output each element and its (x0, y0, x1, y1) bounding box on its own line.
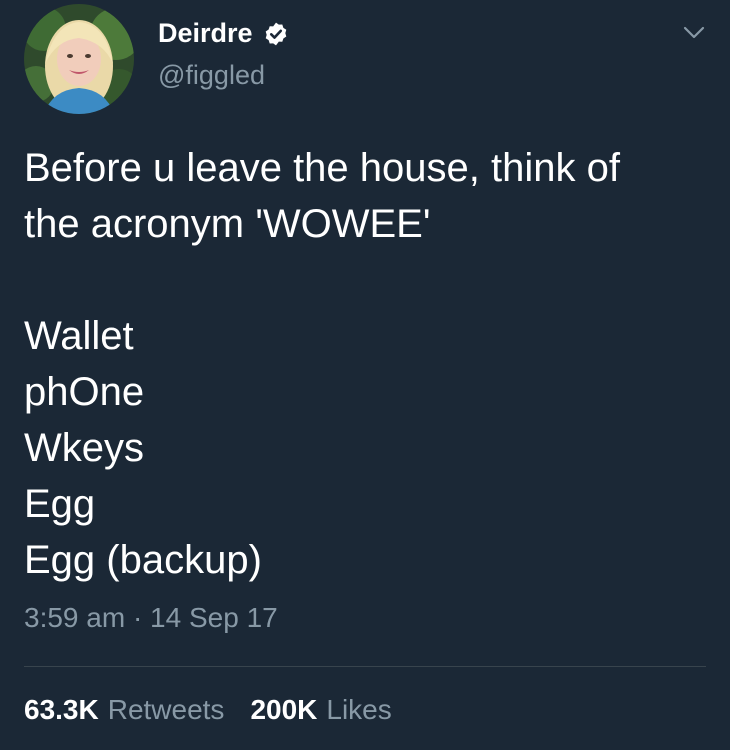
tweet-line: Wkeys (24, 426, 144, 470)
likes-stat[interactable]: 200K Likes (250, 694, 391, 726)
verified-badge-icon (263, 21, 289, 47)
tweet-header: Deirdre @figgled (24, 4, 289, 114)
author-identity: Deirdre @figgled (158, 14, 289, 91)
author-display-name[interactable]: Deirdre (158, 18, 253, 49)
tweet-line: Egg (backup) (24, 538, 262, 582)
tweet-line: Before u leave the house, think of (24, 146, 620, 190)
avatar-image (24, 4, 134, 114)
tweet-text: Before u leave the house, think of the a… (24, 140, 714, 588)
chevron-down-icon[interactable] (682, 24, 706, 42)
tweet-line: Egg (24, 482, 96, 526)
tweet-stats: 63.3K Retweets 200K Likes (24, 694, 418, 726)
tweet-line: phOne (24, 370, 145, 414)
divider (24, 666, 706, 667)
tweet-timestamp[interactable]: 3:59 am · 14 Sep 17 (24, 602, 278, 634)
likes-count: 200K (250, 694, 318, 725)
tweet-line: Wallet (24, 314, 134, 358)
retweets-label: Retweets (107, 694, 225, 725)
author-handle[interactable]: @figgled (158, 60, 289, 91)
author-name-row: Deirdre (158, 14, 289, 54)
tweet-card: Deirdre @figgled Before u leave the hous… (0, 0, 730, 750)
tweet-line: the acronym 'WOWEE' (24, 202, 431, 246)
avatar[interactable] (24, 4, 134, 114)
retweets-stat[interactable]: 63.3K Retweets (24, 694, 224, 726)
retweets-count: 63.3K (24, 694, 99, 725)
likes-label: Likes (326, 694, 392, 725)
